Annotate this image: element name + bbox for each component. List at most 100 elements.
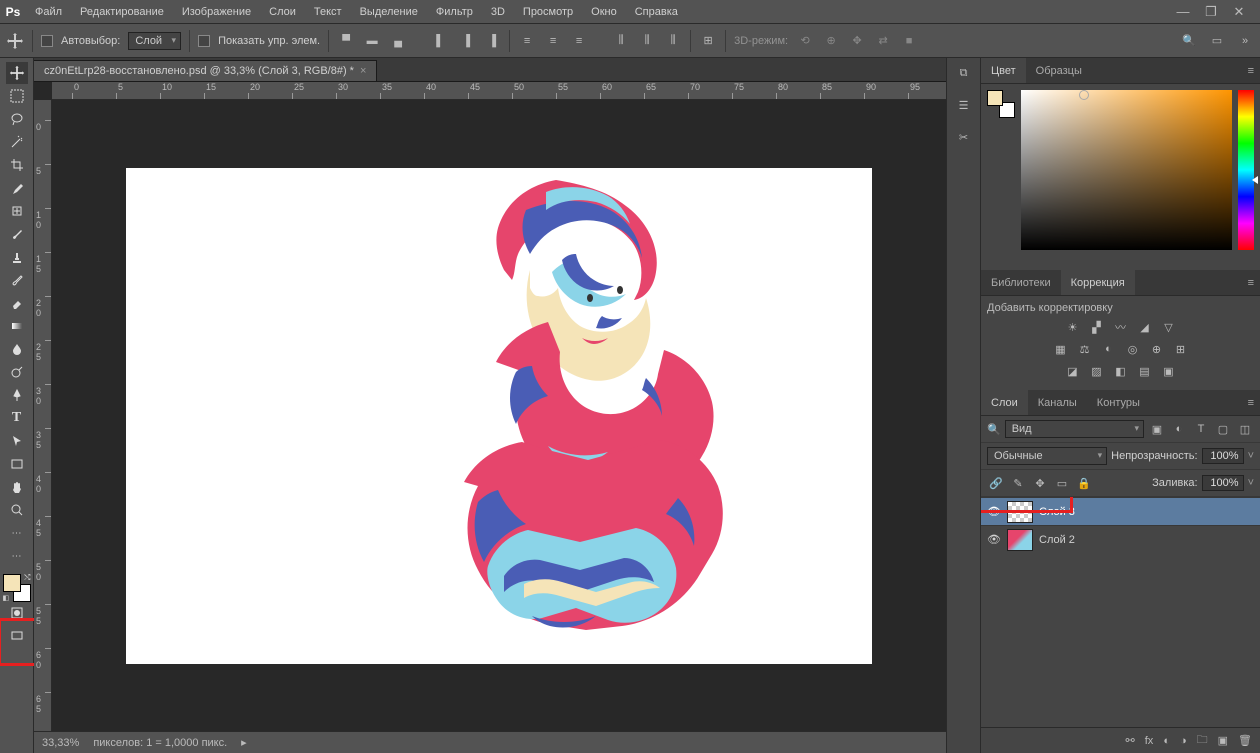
blur-tool[interactable] bbox=[6, 338, 28, 360]
align-left-icon[interactable]: ▌ bbox=[431, 32, 449, 50]
gradient-tool[interactable] bbox=[6, 315, 28, 337]
menu-image[interactable]: Изображение bbox=[173, 0, 260, 24]
type-tool[interactable]: T bbox=[6, 407, 28, 429]
channel-mixer-icon[interactable]: ⊕ bbox=[1148, 340, 1166, 358]
align-right-icon[interactable]: ▐ bbox=[483, 32, 501, 50]
default-colors-icon[interactable]: ◧ bbox=[3, 594, 10, 602]
filter-shape-icon[interactable]: ▢ bbox=[1214, 420, 1232, 438]
auto-select-checkbox[interactable] bbox=[41, 35, 53, 47]
pen-tool[interactable] bbox=[6, 384, 28, 406]
swap-colors-icon[interactable]: ⤭ bbox=[24, 573, 30, 583]
marquee-tool[interactable] bbox=[6, 85, 28, 107]
tab-swatches[interactable]: Образцы bbox=[1026, 58, 1092, 83]
history-brush-tool[interactable] bbox=[6, 269, 28, 291]
blend-mode-dropdown[interactable]: Обычные bbox=[987, 447, 1107, 465]
crop-tool[interactable] bbox=[6, 154, 28, 176]
edit-toolbar-icon[interactable]: ⋯ bbox=[6, 545, 28, 567]
lock-artboard-icon[interactable]: ▭ bbox=[1053, 474, 1071, 492]
magic-wand-tool[interactable] bbox=[6, 131, 28, 153]
document-canvas[interactable] bbox=[126, 168, 872, 664]
invert-icon[interactable]: ◪ bbox=[1064, 362, 1082, 380]
move-tool[interactable] bbox=[6, 62, 28, 84]
collapse-icon[interactable]: » bbox=[1236, 32, 1254, 50]
history-panel-icon[interactable]: ⧉ bbox=[955, 64, 973, 82]
more-tools-icon[interactable]: ⋯ bbox=[6, 522, 28, 544]
menu-text[interactable]: Текст bbox=[305, 0, 351, 24]
visibility-toggle[interactable]: 👁 bbox=[987, 533, 1001, 546]
menu-file[interactable]: Файл bbox=[26, 0, 71, 24]
zoom-level[interactable]: 33,33% bbox=[42, 737, 79, 749]
properties-panel-icon[interactable]: ☰ bbox=[955, 96, 973, 114]
layer-row[interactable]: 👁 Слой 2 bbox=[981, 525, 1260, 553]
zoom-tool[interactable] bbox=[6, 499, 28, 521]
lasso-tool[interactable] bbox=[6, 108, 28, 130]
workspace-icon[interactable]: ▭ bbox=[1208, 32, 1226, 50]
curves-icon[interactable]: 〰 bbox=[1112, 318, 1130, 336]
align-top-icon[interactable]: ▀ bbox=[337, 32, 355, 50]
distribute-bottom-icon[interactable]: ≡ bbox=[570, 32, 588, 50]
distribute-top-icon[interactable]: ≡ bbox=[518, 32, 536, 50]
vibrance-icon[interactable]: ▽ bbox=[1160, 318, 1178, 336]
menu-select[interactable]: Выделение bbox=[351, 0, 427, 24]
minimize-button[interactable]: — bbox=[1176, 5, 1190, 19]
hue-slider[interactable] bbox=[1238, 90, 1254, 250]
menu-layers[interactable]: Слои bbox=[260, 0, 305, 24]
fill-input[interactable] bbox=[1202, 475, 1244, 491]
new-layer-icon[interactable]: ▣ bbox=[1218, 734, 1228, 747]
hand-tool[interactable] bbox=[6, 476, 28, 498]
dodge-tool[interactable] bbox=[6, 361, 28, 383]
foreground-color[interactable] bbox=[3, 574, 21, 592]
lock-link-icon[interactable]: 🔗 bbox=[987, 474, 1005, 492]
healing-tool[interactable] bbox=[6, 200, 28, 222]
menu-edit[interactable]: Редактирование bbox=[71, 0, 173, 24]
search-icon[interactable]: 🔍 bbox=[1180, 32, 1198, 50]
lock-position-icon[interactable]: ✥ bbox=[1031, 474, 1049, 492]
exposure-icon[interactable]: ◢ bbox=[1136, 318, 1154, 336]
posterize-icon[interactable]: ▨ bbox=[1088, 362, 1106, 380]
distribute-left-icon[interactable]: ⫼ bbox=[612, 32, 630, 50]
delete-layer-icon[interactable]: 🗑 bbox=[1238, 734, 1252, 747]
color-balance-icon[interactable]: ⚖ bbox=[1076, 340, 1094, 358]
distribute-vcenter-icon[interactable]: ≡ bbox=[544, 32, 562, 50]
color-swatches[interactable]: ⤭ ◧ bbox=[3, 574, 31, 602]
filter-image-icon[interactable]: ▣ bbox=[1148, 420, 1166, 438]
color-mini-swatches[interactable] bbox=[987, 90, 1015, 118]
layer-thumbnail[interactable] bbox=[1007, 529, 1033, 551]
tab-color[interactable]: Цвет bbox=[981, 58, 1026, 83]
vertical-ruler[interactable]: 051 01 52 02 53 03 54 04 55 05 56 06 57 … bbox=[34, 100, 52, 731]
status-info[interactable]: пикселов: 1 = 1,0000 пикс. bbox=[93, 737, 227, 749]
close-tab-icon[interactable]: × bbox=[360, 65, 366, 77]
canvas-area[interactable] bbox=[52, 100, 946, 731]
maximize-button[interactable]: ❐ bbox=[1204, 5, 1218, 19]
layer-fx-icon[interactable]: fx bbox=[1145, 735, 1154, 747]
tab-adjustments[interactable]: Коррекция bbox=[1061, 270, 1135, 295]
menu-filter[interactable]: Фильтр bbox=[427, 0, 482, 24]
stamp-tool[interactable] bbox=[6, 246, 28, 268]
menu-window[interactable]: Окно bbox=[582, 0, 626, 24]
eraser-tool[interactable] bbox=[6, 292, 28, 314]
mini-fg-color[interactable] bbox=[987, 90, 1003, 106]
photo-filter-icon[interactable]: ◎ bbox=[1124, 340, 1142, 358]
eyedropper-tool[interactable] bbox=[6, 177, 28, 199]
lock-all-icon[interactable]: 🔒 bbox=[1075, 474, 1093, 492]
selective-color-icon[interactable]: ▣ bbox=[1160, 362, 1178, 380]
new-group-icon[interactable]: 🗀 bbox=[1197, 731, 1208, 750]
hue-sat-icon[interactable]: ▦ bbox=[1052, 340, 1070, 358]
filter-type-icon[interactable]: T bbox=[1192, 420, 1210, 438]
opacity-input[interactable] bbox=[1202, 448, 1244, 464]
threshold-icon[interactable]: ◧ bbox=[1112, 362, 1130, 380]
show-controls-checkbox[interactable] bbox=[198, 35, 210, 47]
align-vcenter-icon[interactable]: ▬ bbox=[363, 32, 381, 50]
filter-search-icon[interactable]: 🔍 bbox=[987, 423, 1001, 436]
align-hcenter-icon[interactable]: ▐ bbox=[457, 32, 475, 50]
character-panel-icon[interactable]: ✂ bbox=[955, 128, 973, 146]
distribute-right-icon[interactable]: ⫼ bbox=[664, 32, 682, 50]
close-button[interactable]: ✕ bbox=[1232, 5, 1246, 19]
brightness-icon[interactable]: ☀ bbox=[1064, 318, 1082, 336]
align-bottom-icon[interactable]: ▄ bbox=[389, 32, 407, 50]
tab-paths[interactable]: Контуры bbox=[1087, 390, 1150, 415]
gradient-map-icon[interactable]: ▤ bbox=[1136, 362, 1154, 380]
color-lookup-icon[interactable]: ⊞ bbox=[1172, 340, 1190, 358]
menu-view[interactable]: Просмотр bbox=[514, 0, 582, 24]
auto-select-dropdown[interactable]: Слой bbox=[128, 32, 181, 50]
